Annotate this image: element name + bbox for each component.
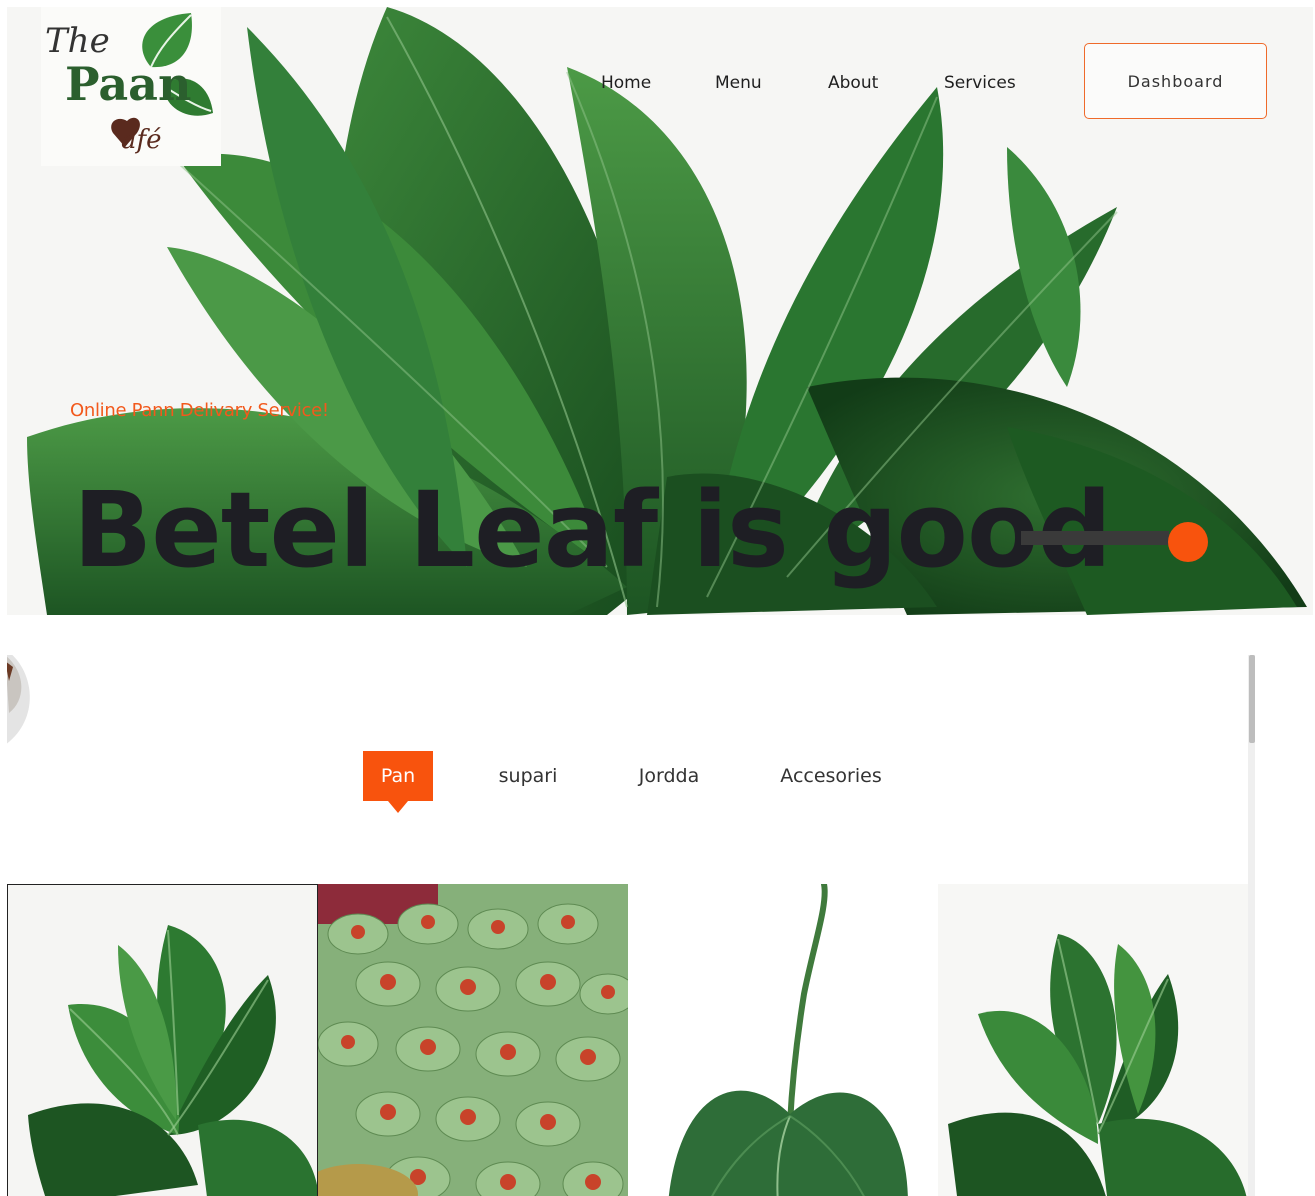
- tab-pan[interactable]: Pan: [363, 751, 433, 813]
- hero-section: The Paan afé Home Menu About Services Da…: [7, 7, 1313, 615]
- logo-text-the: The: [45, 21, 110, 61]
- logo-text-paan: Paan: [65, 57, 192, 111]
- add-to-cart-icon[interactable]: [1168, 522, 1208, 562]
- plate-edge-image: [7, 655, 30, 744]
- nav-about[interactable]: About: [828, 73, 878, 93]
- dashboard-button[interactable]: Dashboard: [1084, 43, 1267, 119]
- product-image-paan-platter: [318, 884, 628, 1196]
- products-scrollbar-thumb[interactable]: [1249, 655, 1255, 743]
- hero-tagline: Online Pann Delivary Service!: [70, 400, 329, 421]
- product-card-paan-platter[interactable]: [318, 884, 628, 1196]
- product-card-leaf-cluster[interactable]: [938, 884, 1255, 1196]
- tab-supari-label: supari: [498, 765, 558, 787]
- nav-services[interactable]: Services: [944, 73, 1016, 93]
- card-overlay-bar: [1021, 531, 1169, 545]
- product-image-single-leaf: [668, 884, 908, 1196]
- hero-headline: Betel Leaf is good: [73, 469, 1112, 591]
- products-section: Pan supari Jordda Accesories: [7, 655, 1255, 1196]
- category-tabs: Pan supari Jordda Accesories: [7, 751, 1255, 821]
- logo-text-cafe: afé: [121, 125, 162, 155]
- the-paan-cafe-logo[interactable]: The Paan afé: [41, 7, 221, 166]
- product-image-leaf-cluster: [948, 934, 1247, 1196]
- tab-pan-label: Pan: [380, 765, 416, 787]
- tab-accesories[interactable]: Accesories: [780, 751, 882, 801]
- tab-jordda[interactable]: Jordda: [631, 751, 707, 801]
- product-card-leaf-spiral[interactable]: [7, 884, 318, 1196]
- nav-menu[interactable]: Menu: [715, 73, 762, 93]
- tab-supari[interactable]: supari: [491, 751, 565, 801]
- product-image-leaf-spiral: [28, 925, 317, 1196]
- nav-home[interactable]: Home: [601, 73, 651, 93]
- tab-accesories-label: Accesories: [780, 765, 882, 787]
- hero-headline-overflow: [79, 597, 279, 615]
- tab-jordda-label: Jordda: [638, 765, 700, 787]
- tab-active-pointer: [388, 801, 408, 813]
- product-card-single-leaf[interactable]: [628, 884, 938, 1196]
